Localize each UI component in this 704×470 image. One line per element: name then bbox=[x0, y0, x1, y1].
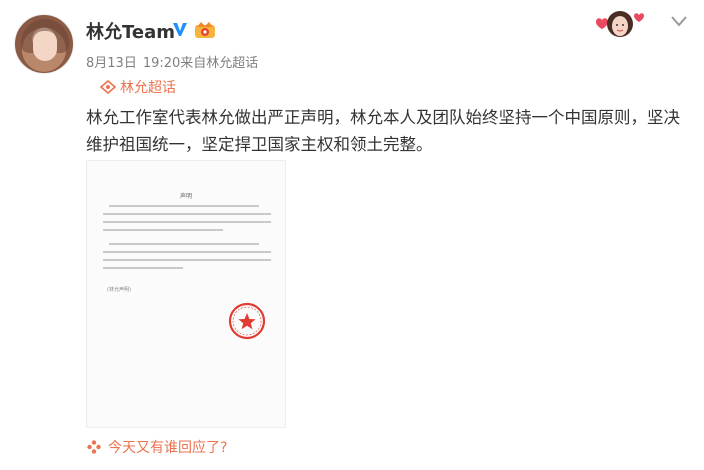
statement-image[interactable]: 声明 (林允声明) bbox=[86, 160, 286, 428]
text-line bbox=[103, 213, 271, 215]
post-source[interactable]: 来自林允超话 bbox=[180, 56, 258, 71]
post-meta: 8月13日 19:20来自林允超话 bbox=[86, 52, 264, 71]
avatar-face bbox=[33, 31, 57, 61]
super-topic-icon bbox=[100, 80, 116, 94]
decoration-face-icon bbox=[596, 11, 644, 37]
post-text: 林允工作室代表林允做出严正声明，林允本人及团队始终坚持一个中国原则，坚决维护祖国… bbox=[86, 108, 680, 154]
statement-sign: (林允声明) bbox=[107, 287, 131, 293]
text-line bbox=[109, 205, 259, 207]
text-line bbox=[103, 267, 183, 269]
author-name[interactable]: 林允Team bbox=[86, 18, 175, 44]
text-line bbox=[103, 229, 223, 231]
post-date[interactable]: 8月13日 bbox=[86, 56, 137, 71]
text-line bbox=[109, 243, 259, 245]
member-crown-icon[interactable] bbox=[194, 19, 216, 39]
text-line bbox=[103, 221, 271, 223]
avatar[interactable] bbox=[14, 14, 74, 74]
text-line bbox=[103, 259, 271, 261]
chevron-down-icon[interactable] bbox=[670, 14, 688, 28]
super-topic-label: 林允超话 bbox=[120, 80, 176, 96]
statement-image-title: 声明 bbox=[179, 193, 192, 200]
super-topic-link[interactable]: 林允超话 bbox=[100, 77, 176, 97]
post-time[interactable]: 19:20 bbox=[143, 56, 180, 71]
comment-hint-label: 今天又有谁回应了? bbox=[108, 440, 228, 456]
flower-icon bbox=[87, 440, 101, 454]
verified-v-icon bbox=[173, 23, 187, 36]
comment-hint[interactable]: 今天又有谁回应了? bbox=[86, 437, 227, 457]
text-line bbox=[103, 251, 271, 253]
official-stamp-icon bbox=[228, 302, 266, 340]
